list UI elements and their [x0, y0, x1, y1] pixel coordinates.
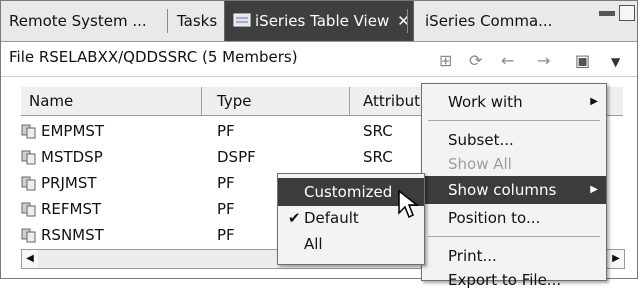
- tab-label: Remote System ...: [9, 12, 147, 30]
- table-view-icon: [233, 13, 251, 27]
- cell-type: DSPF: [217, 148, 256, 166]
- cell-attribute: SRC: [363, 148, 393, 166]
- table-row[interactable]: EMPMST PF SRC: [21, 117, 421, 145]
- cell-name: MSTDSP: [41, 148, 103, 166]
- back-arrow-icon[interactable]: ←: [501, 51, 514, 70]
- tab-separator: [167, 9, 168, 33]
- column-divider[interactable]: [201, 87, 202, 115]
- column-header-type[interactable]: Type: [209, 87, 251, 115]
- menu-item-show-columns[interactable]: Show columns ▶: [422, 176, 606, 204]
- cell-type: PF: [217, 122, 235, 140]
- column-header-attribute[interactable]: Attribut: [355, 87, 420, 115]
- tab-label: Tasks: [177, 12, 218, 30]
- member-icon: [21, 202, 36, 217]
- cell-name: RSNMST: [41, 226, 104, 244]
- tab-label: iSeries Table View: [255, 12, 390, 30]
- menu-item-export-to-file[interactable]: Export to File...: [422, 266, 606, 294]
- submenu-arrow-icon: ▶: [590, 184, 598, 195]
- member-icon: [21, 176, 36, 191]
- column-divider[interactable]: [349, 87, 350, 115]
- maximize-icon[interactable]: [619, 5, 635, 21]
- view-tab-bar: Remote System ... Tasks iSeries Table Vi…: [1, 1, 637, 42]
- cell-type: PF: [217, 200, 235, 218]
- tab-label: iSeries Comma...: [425, 12, 553, 30]
- menu-item-work-with[interactable]: Work with ▶: [422, 88, 606, 116]
- minimize-icon[interactable]: [599, 11, 615, 16]
- cell-type: PF: [217, 174, 235, 192]
- context-menu: Work with ▶ Subset... Show All Show colu…: [421, 83, 607, 289]
- window-frame: Remote System ... Tasks iSeries Table Vi…: [0, 0, 638, 289]
- forward-arrow-icon[interactable]: →: [537, 51, 550, 70]
- menu-separator: [428, 120, 600, 121]
- refresh-icon[interactable]: ⟳: [469, 51, 482, 70]
- dropdown-icon[interactable]: ▼: [611, 55, 620, 69]
- view-menu-icon[interactable]: ▣: [575, 51, 590, 70]
- cell-name: REFMST: [41, 200, 102, 218]
- cell-name: EMPMST: [41, 122, 105, 140]
- tab-tasks[interactable]: Tasks: [169, 1, 225, 41]
- filter-icon[interactable]: ⊞: [439, 51, 452, 70]
- checkmark-icon: ✔: [288, 209, 301, 227]
- member-icon: [21, 150, 36, 165]
- cell-type: PF: [217, 226, 235, 244]
- tab-remote-systems[interactable]: Remote System ...: [1, 1, 155, 41]
- column-header-name[interactable]: Name: [21, 87, 73, 115]
- tab-iseries-table-view[interactable]: iSeries Table View ✕: [224, 1, 414, 41]
- mouse-pointer-icon: [398, 189, 419, 219]
- menu-separator: [428, 236, 600, 237]
- menu-item-position-to[interactable]: Position to...: [422, 204, 606, 232]
- cell-name: PRJMST: [41, 174, 97, 192]
- menu-item-all[interactable]: All: [278, 230, 424, 258]
- tab-iseries-commands[interactable]: iSeries Comma...: [417, 1, 560, 41]
- member-icon: [21, 124, 36, 139]
- cell-attribute: SRC: [363, 122, 393, 140]
- scroll-left-icon[interactable]: ◀: [22, 250, 38, 268]
- submenu-arrow-icon: ▶: [590, 96, 598, 107]
- table-row[interactable]: MSTDSP DSPF SRC: [21, 143, 421, 171]
- menu-item-show-all: Show All: [448, 155, 512, 173]
- scroll-right-icon[interactable]: ▶: [608, 250, 624, 268]
- tab-separator: [407, 9, 408, 33]
- member-icon: [21, 228, 36, 243]
- file-title: File RSELABXX/QDDSSRC (5 Members): [9, 48, 298, 66]
